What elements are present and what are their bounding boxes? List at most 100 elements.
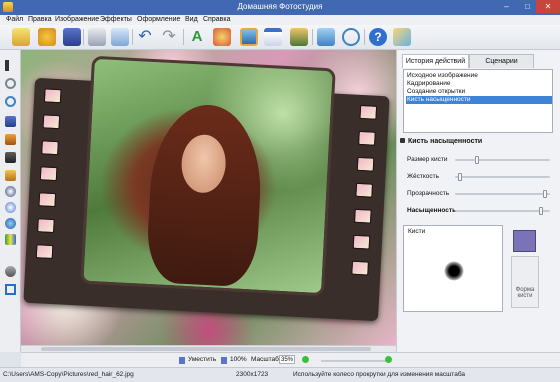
menu-help[interactable]: Справка [203,16,230,23]
brush-panel-header: Кисть насыщенности [400,138,558,145]
film-hole [42,114,61,130]
film-hole [35,244,54,260]
fullscreen-icon[interactable] [317,28,335,46]
toolbar-separator [364,29,365,45]
minimize-button[interactable]: – [496,0,517,13]
menu-view[interactable]: Вид [185,16,198,23]
film-hole [41,140,59,156]
maximize-button[interactable]: □ [517,0,538,13]
menu-file[interactable]: Файл [6,16,23,23]
history-item[interactable]: Кадрирование [406,80,552,88]
brush-size-knob[interactable] [475,156,480,164]
menu-edit[interactable]: Правка [28,16,52,23]
saturation-label: Насыщенность [407,207,457,214]
menu-image[interactable]: Изображение [55,16,99,23]
opacity-slider[interactable] [455,190,550,198]
film-hole [38,192,57,208]
undo-icon[interactable]: ↶ [136,28,154,46]
hardness-slider[interactable] [455,173,550,181]
toolbar-separator [183,29,184,45]
zoom-tool[interactable] [5,96,16,107]
saturation-knob[interactable] [538,207,543,215]
eye-tool[interactable] [5,202,16,213]
brush-color-swatch[interactable] [513,230,536,252]
pen-tool[interactable] [5,116,16,127]
menu-effects[interactable]: Эффекты [100,16,132,23]
scale-field[interactable]: 35% [279,355,295,364]
export-icon[interactable] [111,28,129,46]
palette-icon[interactable] [38,28,56,46]
tool-panel [0,50,21,352]
zoom-out-icon[interactable] [302,356,309,363]
brush-preview [444,261,464,281]
save-icon[interactable] [63,28,81,46]
brush-tool[interactable] [5,134,16,145]
pointer-tool[interactable] [5,60,16,71]
brush-size-slider[interactable] [455,156,550,164]
collage-icon[interactable] [290,28,308,46]
title-bar: Домашняя Фотостудия – □ ✕ [0,0,560,15]
portrait-hair [145,102,265,288]
gradient-tool[interactable] [5,266,16,277]
burn-tool[interactable] [5,218,16,229]
file-path: C:\Users\AMS-Copy\Pictures\red_hair_62.j… [3,371,134,378]
history-item[interactable]: Исходное изображение [406,72,552,80]
open-icon[interactable] [12,28,30,46]
film-hole [352,234,371,250]
film-hole [37,218,55,234]
portrait-photo [80,55,336,297]
toolbar-separator [312,29,313,45]
close-button[interactable]: ✕ [536,0,560,13]
saturation-slider[interactable] [455,207,550,215]
film-hole [43,88,62,104]
status-bar: C:\Users\AMS-Copy\Pictures\red_hair_62.j… [0,367,560,382]
frame-icon[interactable] [240,28,258,46]
fit-icon[interactable] [179,357,185,364]
fill-tool[interactable] [5,170,16,181]
opacity-label: Прозрачность [407,190,450,197]
brushes-label: Кисти [408,228,426,235]
calendar-icon[interactable] [264,28,282,46]
brush-preview-box[interactable]: Кисти [403,225,503,312]
collapse-icon[interactable] [400,138,405,143]
text-icon[interactable]: A [188,28,206,46]
dodge-tool[interactable] [5,186,16,197]
redo-icon[interactable]: ↷ [160,28,178,46]
tab-history[interactable]: История действий [402,54,469,68]
tab-scenarios[interactable]: Сценарии [469,54,534,68]
brush-shape-label: Форма кисти [515,287,535,299]
brush-panel-title: Кисть насыщенности [408,138,483,145]
film-hole [351,260,369,276]
window-title: Домашняя Фотостудия [237,2,323,11]
help-icon[interactable]: ? [369,28,387,46]
menu-design[interactable]: Оформление [137,16,180,23]
toolbar-separator [83,29,84,45]
film-hole [358,130,376,146]
zoom-100-button[interactable]: 100% [230,356,247,363]
history-item[interactable]: Создание открытки [406,88,552,96]
main-toolbar: ↶ ↷ A ? [0,25,560,50]
scrollbar-thumb[interactable] [41,347,371,351]
saturation-tool[interactable] [5,234,16,245]
opacity-knob[interactable] [543,190,548,198]
stamp-tool[interactable] [5,152,16,163]
effects-icon[interactable] [213,28,231,46]
crop-tool[interactable] [5,284,16,295]
brush-shape-button[interactable]: Форма кисти [511,256,539,308]
actual-size-icon[interactable] [221,357,227,364]
history-item-selected[interactable]: Кисть насыщенности [406,96,552,104]
rotate-tool[interactable] [5,78,16,89]
right-panel: История действий Сценарии Исходное изобр… [396,50,560,352]
zoom-bar: Уместить 100% Масштаб: 35% [21,352,560,367]
status-hint: Используйте колесо прокрутки для изменен… [293,371,466,378]
menu-bar: Файл Правка Изображение Эффекты Оформлен… [0,15,560,25]
zoom-slider[interactable] [321,360,387,362]
fit-button[interactable]: Уместить [188,356,216,363]
film-hole [353,208,372,224]
box-icon[interactable] [393,28,411,46]
zoom-icon[interactable] [342,28,360,46]
hardness-knob[interactable] [457,173,462,181]
print-icon[interactable] [88,28,106,46]
zoom-in-icon[interactable] [385,356,392,363]
horizontal-scrollbar[interactable] [21,345,396,352]
